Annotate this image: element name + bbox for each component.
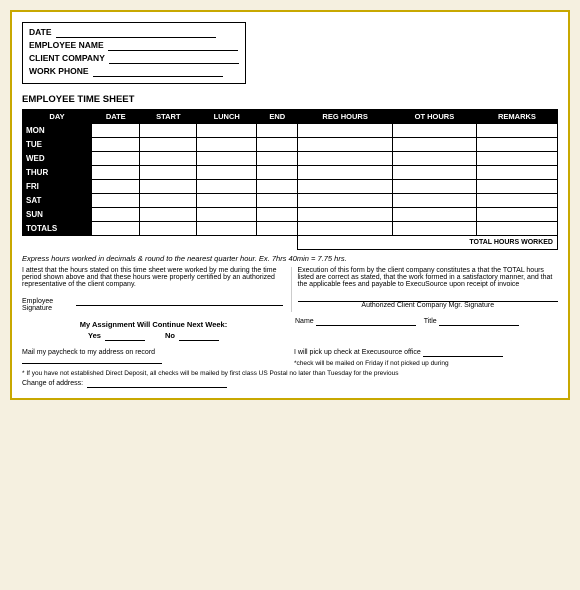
timesheet-table: DAY DATE START LUNCH END REG HOURS OT HO… — [22, 109, 558, 250]
mail-right-label: I will pick up check at Execusource offi… — [294, 349, 421, 356]
total-hours-worked-label: TOTAL HOURS WORKED — [298, 236, 558, 250]
col-end: END — [257, 110, 298, 124]
col-ot-hours: OT HOURS — [392, 110, 476, 124]
day-wed: WED — [23, 152, 92, 166]
col-remarks: REMARKS — [476, 110, 557, 124]
no-label: No — [165, 331, 175, 340]
col-reg-hours: REG HOURS — [298, 110, 393, 124]
col-date: DATE — [92, 110, 140, 124]
yes-label: Yes — [88, 331, 101, 340]
name-label: Name — [295, 318, 314, 325]
employee-name-label: EMPLOYEE NAME — [29, 40, 104, 50]
title-label: Title — [424, 318, 437, 325]
day-thur: THUR — [23, 166, 92, 180]
continue-title: My Assignment Will Continue Next Week: — [22, 320, 285, 329]
express-note: Express hours worked in decimals & round… — [22, 254, 558, 263]
mail-notice1: *check will be mailed on Friday if not p… — [294, 360, 558, 367]
attestation-section: I attest that the hours stated on this t… — [22, 267, 558, 312]
mail-notice2: * If you have not established Direct Dep… — [22, 370, 558, 377]
day-sat: SAT — [23, 194, 92, 208]
change-address: Change of address: — [22, 380, 558, 388]
table-row: WED — [23, 152, 558, 166]
col-day: DAY — [23, 110, 92, 124]
col-start: START — [140, 110, 197, 124]
attestation-right: Execution of this form by the client com… — [291, 267, 559, 312]
section-title: EMPLOYEE TIME SHEET — [22, 94, 558, 105]
col-lunch: LUNCH — [197, 110, 257, 124]
mail-right: I will pick up check at Execusource offi… — [294, 349, 558, 367]
table-row: THUR — [23, 166, 558, 180]
continue-section: My Assignment Will Continue Next Week: Y… — [22, 320, 285, 341]
table-row: MON — [23, 124, 558, 138]
employee-sig-label: Employee Signature — [22, 298, 72, 312]
client-company-label: CLIENT COMPANY — [29, 53, 105, 63]
table-row: FRI — [23, 180, 558, 194]
auth-sig-label: Authorized Client Company Mgr. Signature — [298, 302, 559, 309]
day-fri: FRI — [23, 180, 92, 194]
total-hours-row: TOTAL HOURS WORKED — [23, 236, 558, 250]
work-phone-label: WORK PHONE — [29, 66, 89, 76]
day-tue: TUE — [23, 138, 92, 152]
name-title-row: Name Title — [295, 318, 558, 326]
attest-left-text: I attest that the hours stated on this t… — [22, 267, 283, 288]
day-totals: TOTALS — [23, 222, 92, 236]
mail-section: Mail my paycheck to my address on record… — [22, 349, 558, 367]
mail-left: Mail my paycheck to my address on record — [22, 349, 286, 367]
date-label: DATE — [29, 27, 52, 37]
change-addr-label: Change of address: — [22, 380, 83, 387]
mail-left-label: Mail my paycheck to my address on record — [22, 349, 155, 356]
table-row: TUE — [23, 138, 558, 152]
table-row: SAT — [23, 194, 558, 208]
attestation-left: I attest that the hours stated on this t… — [22, 267, 283, 312]
day-mon: MON — [23, 124, 92, 138]
day-sun: SUN — [23, 208, 92, 222]
attest-right-text: Execution of this form by the client com… — [298, 267, 559, 288]
table-row: SUN — [23, 208, 558, 222]
totals-row: TOTALS — [23, 222, 558, 236]
